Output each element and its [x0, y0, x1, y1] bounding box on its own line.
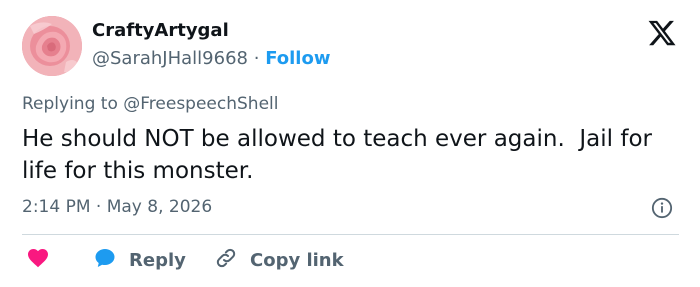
reply-label: Reply — [129, 249, 186, 271]
x-logo-icon[interactable] — [647, 18, 677, 48]
copy-link-label: Copy link — [250, 249, 344, 271]
info-icon[interactable] — [651, 197, 673, 219]
speech-bubble-icon — [93, 246, 117, 274]
copy-link-button[interactable]: Copy link — [214, 247, 344, 273]
divider — [22, 234, 679, 235]
reply-button[interactable]: Reply — [93, 247, 186, 273]
user-handle[interactable]: @SarahJHall9668 — [92, 48, 248, 69]
tweet-text: He should NOT be allowed to teach ever a… — [22, 126, 660, 184]
like-button[interactable] — [26, 247, 50, 273]
timestamp[interactable]: 2:14 PM · May 8, 2026 — [22, 197, 212, 217]
rose-avatar-image — [22, 16, 82, 76]
display-name[interactable]: CraftyArtygal — [92, 20, 229, 41]
follow-button[interactable]: Follow — [265, 48, 330, 69]
tweet-card: CraftyArtygal @SarahJHall9668 · Follow R… — [0, 0, 700, 287]
reply-context: Replying to @FreespeechShell — [22, 94, 278, 114]
handle-row: @SarahJHall9668 · Follow — [92, 48, 330, 69]
reply-context-mention[interactable]: @FreespeechShell — [123, 94, 278, 114]
separator-dot: · — [253, 48, 260, 69]
heart-icon — [26, 246, 50, 274]
link-icon — [214, 246, 238, 274]
avatar[interactable] — [22, 16, 82, 76]
reply-context-prefix: Replying to — [22, 94, 118, 114]
